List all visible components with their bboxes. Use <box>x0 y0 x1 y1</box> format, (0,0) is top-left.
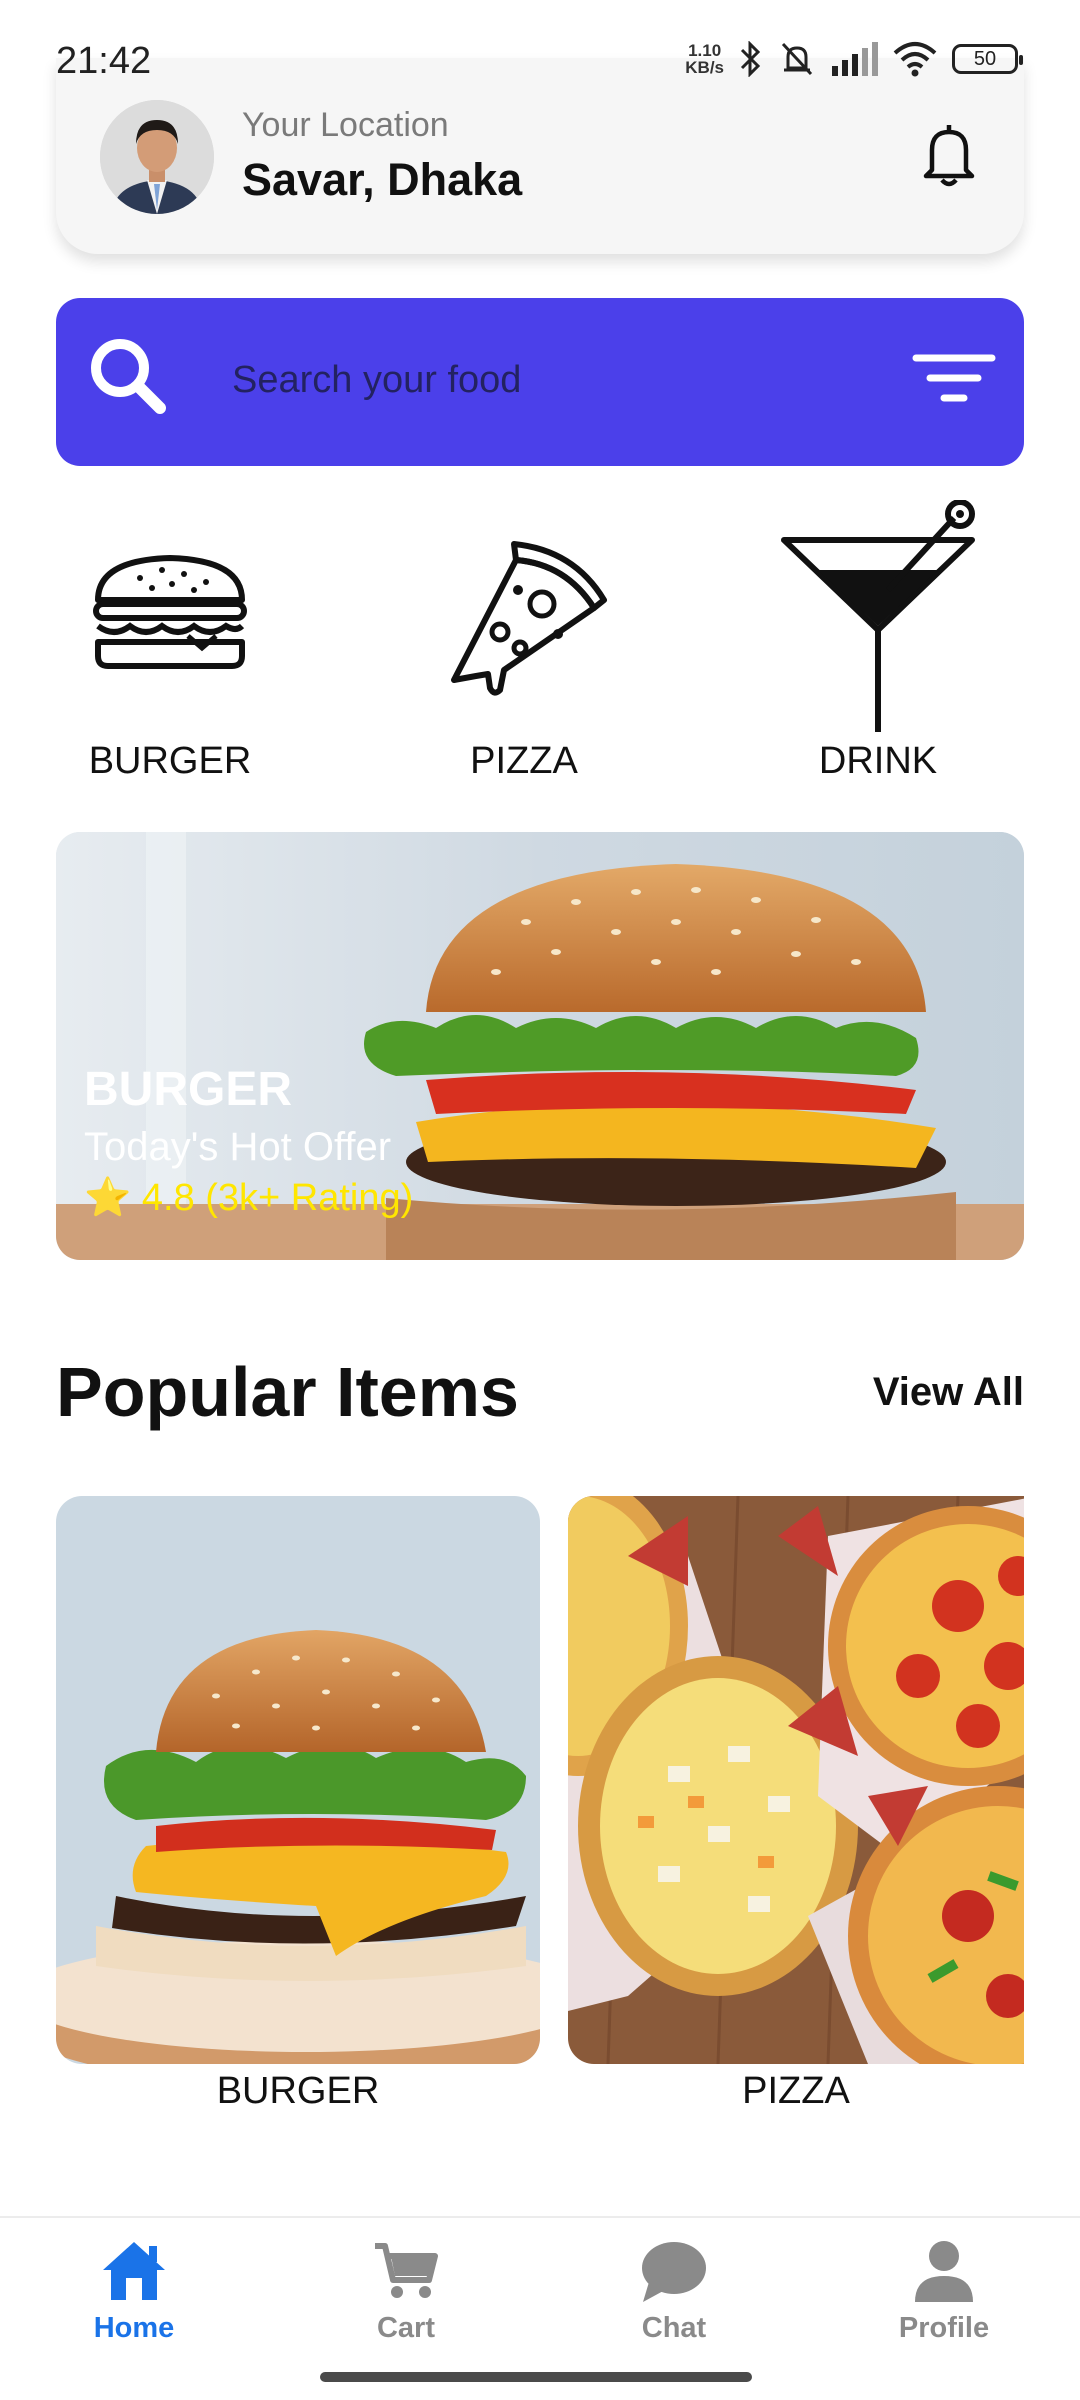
nav-home[interactable]: Home <box>34 2238 234 2345</box>
cocktail-icon <box>781 500 975 732</box>
popular-item-label-burger: BURGER <box>216 2070 380 2112</box>
nav-label-profile: Profile <box>898 2312 990 2344</box>
battery-icon: 50 <box>952 44 1023 74</box>
location-value[interactable]: Savar, Dhaka <box>242 154 522 206</box>
status-bar: 21:42 1.10 KB/s 50 <box>0 0 1080 90</box>
location-label: Your Location <box>242 106 449 144</box>
category-label-pizza: PIZZA <box>470 740 578 782</box>
status-icons: 1.10 KB/s 50 <box>685 40 1023 78</box>
popular-items-title: Popular Items <box>56 1353 519 1431</box>
home-indicator[interactable] <box>320 2372 752 2382</box>
signal-icon <box>832 42 878 76</box>
banner-subtitle: Today's Hot Offer <box>84 1125 392 1169</box>
search-bar[interactable] <box>56 298 1024 466</box>
nav-cart[interactable]: Cart <box>306 2238 506 2345</box>
profile-icon <box>915 2241 973 2302</box>
popular-item-burger[interactable] <box>56 1496 540 2064</box>
home-icon <box>103 2242 165 2300</box>
banner-text: BURGER Today's Hot Offer ⭐ 4.8 (3k+ Rati… <box>84 1062 413 1220</box>
banner-rating: ⭐ 4.8 (3k+ Rating) <box>84 1177 414 1219</box>
nav-label-home: Home <box>93 2312 175 2344</box>
cart-icon <box>375 2243 438 2298</box>
banner-title: BURGER <box>84 1063 293 1116</box>
nav-label-cart: Cart <box>376 2312 435 2344</box>
popular-item-label-pizza: PIZZA <box>742 2070 850 2112</box>
nav-label-chat: Chat <box>641 2312 707 2344</box>
avatar[interactable] <box>100 100 214 214</box>
filter-icon[interactable] <box>912 348 996 412</box>
bluetooth-icon <box>740 41 761 77</box>
category-drink[interactable] <box>748 500 1008 740</box>
status-time: 21:42 <box>56 40 152 82</box>
chat-icon <box>642 2242 706 2302</box>
pizza-slice-icon <box>451 541 607 696</box>
search-input[interactable] <box>232 350 792 410</box>
category-label-burger: BURGER <box>88 740 252 782</box>
burger-icon <box>93 555 247 669</box>
category-pizza[interactable] <box>394 500 654 720</box>
network-speed: 1.10 KB/s <box>685 41 724 77</box>
nav-chat[interactable]: Chat <box>574 2238 774 2345</box>
view-all-link[interactable]: View All <box>873 1370 1024 1415</box>
pizza-photo <box>568 1496 1024 2064</box>
search-icon[interactable] <box>84 332 174 422</box>
nav-profile[interactable]: Profile <box>844 2238 1044 2345</box>
wifi-icon <box>893 42 937 77</box>
popular-item-pizza[interactable] <box>568 1496 1024 2064</box>
hot-offer-banner[interactable]: BURGER Today's Hot Offer ⭐ 4.8 (3k+ Rati… <box>56 832 1024 1260</box>
bell-muted-icon <box>781 42 813 76</box>
category-label-drink: DRINK <box>818 740 938 782</box>
burger-photo <box>56 1496 540 2064</box>
category-burger[interactable] <box>40 500 300 700</box>
bell-icon[interactable] <box>918 122 980 188</box>
